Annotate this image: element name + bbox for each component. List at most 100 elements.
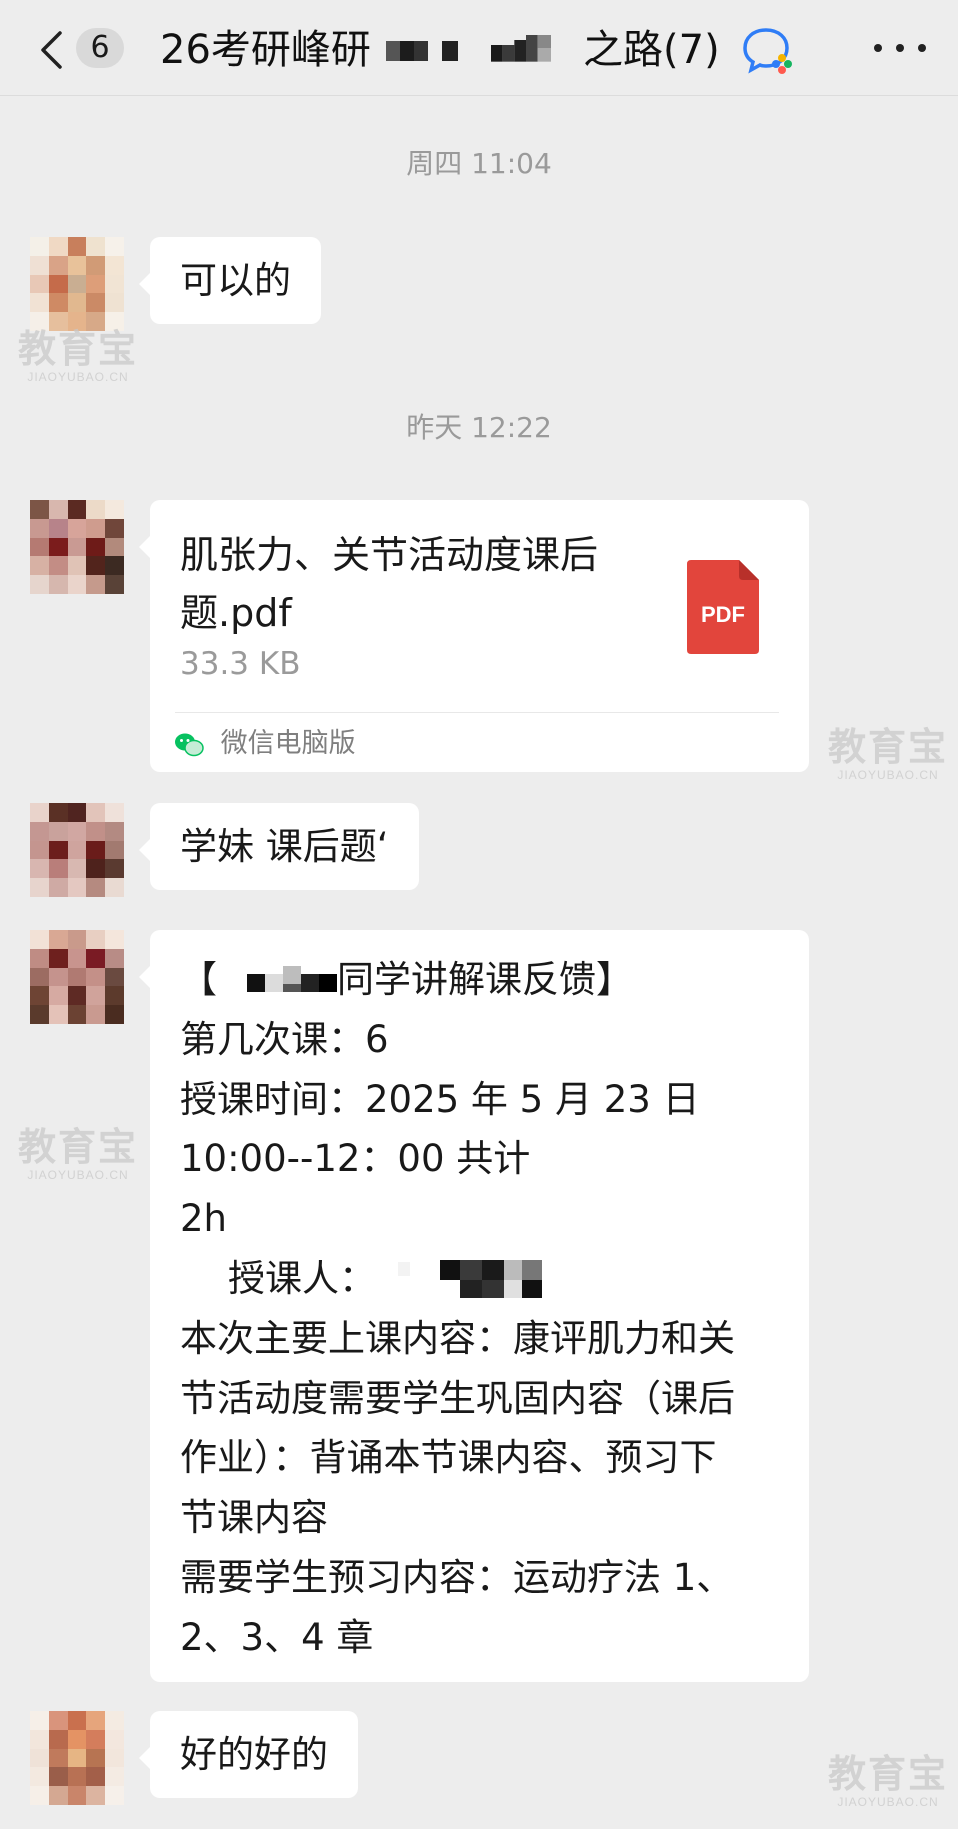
feedback-title-text: 同学讲解课反馈】: [337, 958, 633, 1001]
file-size: 33.3 KB: [180, 646, 301, 682]
avatar-mosaic-cell: [86, 500, 106, 519]
avatar-mosaic-cell: [67, 1005, 87, 1024]
avatar[interactable]: [30, 500, 124, 594]
avatar-mosaic-cell: [105, 537, 124, 557]
avatar-mosaic-cell: [30, 840, 49, 860]
avatar-mosaic-cell: [86, 986, 106, 1006]
avatar-mosaic-cell: [67, 840, 87, 860]
avatar-mosaic-cell: [86, 948, 106, 968]
teacher-label: 授课人：: [228, 1256, 376, 1300]
message-bubble[interactable]: 可以的: [139, 237, 321, 324]
avatar-mosaic-cell: [48, 237, 68, 256]
avatar-mosaic-cell: [30, 1748, 49, 1768]
avatar-mosaic-cell: [48, 518, 68, 538]
avatar-mosaic-cell: [30, 803, 49, 822]
avatar-mosaic-cell: [30, 859, 49, 879]
avatar-mosaic-cell: [30, 948, 49, 968]
avatar-mosaic-cell: [48, 1748, 68, 1768]
message-text: 【 同学讲解课反馈】 第几次课：6 授课时间：2025 年 5 月 23 日 1…: [180, 950, 735, 1668]
avatar-mosaic-cell: [86, 821, 106, 841]
back-button[interactable]: 6: [30, 18, 130, 78]
preview-content: 需要学生预习内容：运动疗法 1、: [180, 1555, 734, 1599]
avatar-mosaic-cell: [48, 967, 68, 987]
avatar-mosaic-cell: [48, 274, 68, 294]
avatar-mosaic-cell: [48, 878, 68, 897]
avatar-mosaic-cell: [105, 840, 124, 860]
watermark-logo: 教育宝 JIAOYUBAO.CN: [828, 728, 948, 782]
avatar-mosaic-cell: [86, 575, 106, 594]
avatar-mosaic-cell: [86, 1786, 106, 1805]
avatar-mosaic-cell: [86, 255, 106, 275]
lesson-time: 10:00--12：00 共计: [180, 1137, 531, 1181]
avatar-mosaic-cell: [105, 986, 124, 1006]
lesson-duration: 2h: [180, 1197, 227, 1241]
avatar-mosaic-cell: [30, 237, 49, 256]
message-bubble[interactable]: 好的好的: [139, 1711, 358, 1798]
avatar-mosaic-cell: [86, 274, 106, 294]
watermark-text: 教育宝: [18, 1127, 139, 1169]
avatar[interactable]: [30, 803, 124, 897]
avatar-mosaic-cell: [48, 803, 68, 822]
preview-content: 2、3、4 章: [180, 1615, 374, 1659]
avatar-mosaic-cell: [67, 274, 87, 294]
message-bubble[interactable]: 【 同学讲解课反馈】 第几次课：6 授课时间：2025 年 5 月 23 日 1…: [139, 930, 809, 1682]
avatar-mosaic-cell: [30, 575, 49, 594]
message-bubble[interactable]: 学妹 课后题‘: [139, 803, 419, 890]
avatar-mosaic-cell: [48, 1711, 68, 1730]
file-message-card[interactable]: 肌张力、关节活动度课后题.pdf 33.3 KB PDF 微信电脑版: [139, 500, 809, 772]
avatar-mosaic-cell: [67, 967, 87, 987]
wecom-group-icon: [743, 28, 793, 74]
message-text: 可以的: [180, 259, 291, 302]
avatar-mosaic-cell: [67, 556, 87, 576]
wechat-icon: [175, 733, 204, 756]
divider: [175, 712, 779, 713]
avatar-mosaic-cell: [30, 878, 49, 897]
avatar-mosaic-cell: [105, 967, 124, 987]
avatar-mosaic-cell: [86, 967, 106, 987]
pdf-label: PDF: [701, 602, 745, 627]
avatar-mosaic-cell: [86, 537, 106, 557]
redacted-mosaic: [247, 965, 337, 992]
avatar-mosaic-cell: [30, 500, 49, 519]
watermark-subtext: JIAOYUBAO.CN: [27, 1168, 129, 1182]
avatar-mosaic-cell: [105, 237, 124, 256]
avatar-mosaic-cell: [48, 1767, 68, 1787]
watermark-logo: 教育宝 JIAOYUBAO.CN: [18, 1128, 138, 1182]
avatar-mosaic-cell: [48, 859, 68, 879]
avatar[interactable]: [30, 1711, 124, 1805]
avatar-mosaic-cell: [48, 293, 68, 313]
timestamp: 昨天 12:22: [406, 411, 552, 444]
avatar[interactable]: [30, 930, 124, 1024]
avatar-mosaic-cell: [105, 274, 124, 294]
title-suffix: 之路(7): [583, 27, 720, 73]
more-icon: [874, 44, 882, 52]
avatar-mosaic-cell: [30, 967, 49, 987]
avatar-mosaic-cell: [105, 878, 124, 897]
avatar-mosaic-cell: [30, 556, 49, 576]
file-source-label: 微信电脑版: [220, 728, 356, 759]
avatar-mosaic-cell: [67, 1748, 87, 1768]
avatar[interactable]: [30, 237, 124, 331]
unread-count-badge: 6: [76, 28, 124, 68]
avatar-mosaic-cell: [86, 1729, 106, 1749]
avatar-mosaic-cell: [48, 1005, 68, 1024]
redacted-mosaic: [398, 1260, 542, 1299]
avatar-mosaic-cell: [67, 948, 87, 968]
avatar-mosaic-cell: [67, 986, 87, 1006]
avatar-mosaic-cell: [67, 500, 87, 519]
avatar-mosaic-cell: [86, 1005, 106, 1024]
avatar-mosaic-cell: [105, 821, 124, 841]
title-prefix: 26考研峰研: [160, 27, 371, 73]
lesson-content: 作业）：背诵本节课内容、预习下: [180, 1436, 717, 1480]
avatar-mosaic-cell: [105, 1005, 124, 1024]
chat-title[interactable]: 26考研峰研 之路(7): [160, 12, 794, 84]
avatar-mosaic-cell: [105, 1786, 124, 1805]
avatar-mosaic-cell: [30, 293, 49, 313]
pdf-file-icon: PDF: [687, 560, 759, 654]
avatar-mosaic-cell: [67, 1711, 87, 1730]
avatar-mosaic-cell: [105, 500, 124, 519]
watermark-text: 教育宝: [828, 1754, 949, 1796]
lesson-content: 本次主要上课内容：康评肌力和关: [180, 1316, 735, 1360]
avatar-mosaic-cell: [48, 556, 68, 576]
more-button[interactable]: [872, 30, 928, 66]
